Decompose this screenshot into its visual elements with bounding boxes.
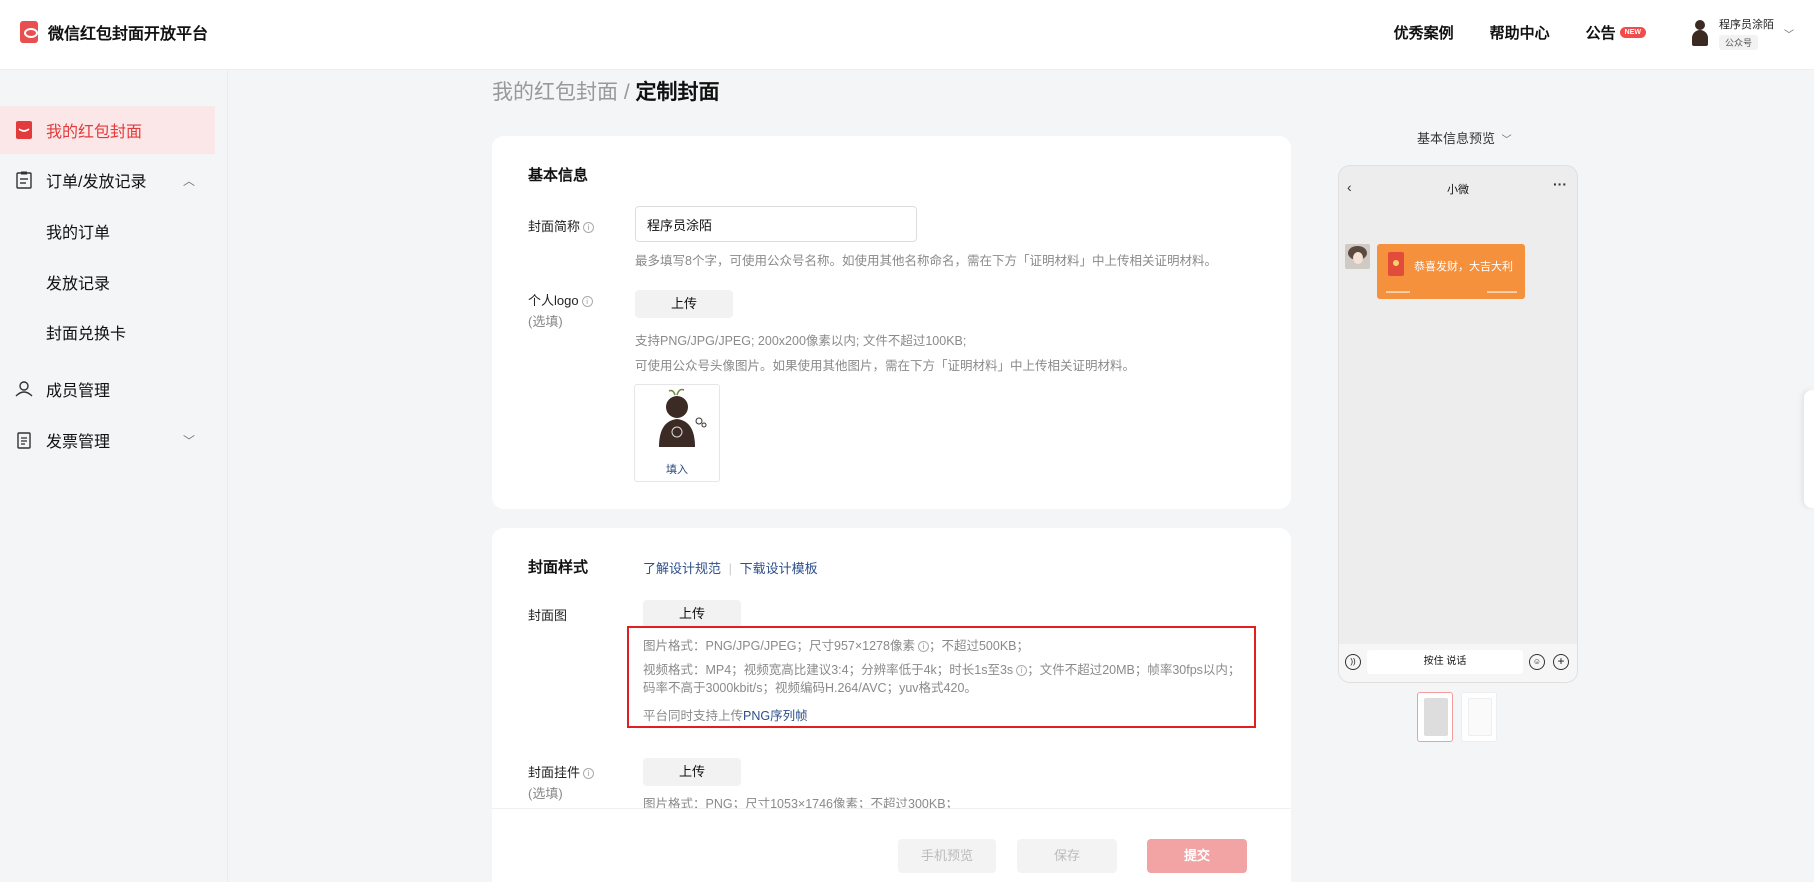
cover-hint-image: 图片格式：PNG/JPG/JPEG；尺寸957×1278像素 i ；不超过500KB…	[643, 639, 1029, 653]
nav-announcements-label: 公告	[1585, 25, 1616, 42]
red-packet-icon	[1388, 252, 1404, 276]
sidebar: 我的红包封面 订单/发放记录 ︿ 我的订单 发放记录 封面兑换卡 成员管理 发票…	[0, 70, 228, 882]
basic-info-card: 基本信息 封面简称i 最多填写8个字，可使用公众号名称。如使用其他名称命名，需在…	[492, 136, 1291, 509]
cover-name-hint: 最多填写8个字，可使用公众号名称。如使用其他名称命名，需在下方「证明材料」中上传…	[635, 254, 1217, 268]
user-role-badge: 公众号	[1719, 35, 1759, 50]
logo-label: 个人logo i (选填)	[528, 290, 593, 330]
voice-icon: ))	[1345, 654, 1361, 670]
new-badge: NEW	[1619, 27, 1646, 38]
sidebar-item-my-covers[interactable]: 我的红包封面	[0, 106, 215, 154]
info-icon[interactable]: i	[917, 641, 929, 653]
sidebar-item-label: 发放记录	[46, 276, 111, 293]
cover-name-label: 封面简称 i	[528, 216, 595, 235]
sidebar-item-distribution-records[interactable]: 发放记录	[0, 258, 215, 306]
invoice-icon	[14, 430, 34, 450]
basic-info-title: 基本信息	[528, 167, 589, 184]
phone-preview-button[interactable]: 手机预览	[898, 839, 996, 873]
sidebar-item-label: 封面兑换卡	[46, 326, 127, 343]
chat-input-bar: )) 按住 说话 ☺ +	[1339, 644, 1577, 682]
pendant-label: 封面挂件 i (选填)	[528, 762, 595, 802]
logo-preview[interactable]: 填入	[634, 384, 720, 482]
breadcrumb-parent[interactable]: 我的红包封面	[492, 81, 618, 104]
chevron-down-icon: ﹀	[1784, 29, 1794, 41]
preview-thumbnail-cover[interactable]	[1461, 692, 1497, 742]
sidebar-item-label: 发票管理	[46, 434, 111, 451]
side-float-tab[interactable]	[1804, 390, 1814, 508]
brand[interactable]: 微信红包封面开放平台	[20, 20, 208, 44]
info-icon[interactable]: i	[581, 296, 593, 308]
phone-preview: ‹ 小微 ··· 恭喜发财，大吉大利 ▬▬▬▬ ▬▬▬▬▬ )) 按住 说话 ☺…	[1338, 165, 1578, 683]
breadcrumb-separator: /	[618, 81, 636, 104]
logo-upload-button[interactable]: 上传	[635, 290, 733, 318]
save-button[interactable]: 保存	[1017, 839, 1117, 873]
sidebar-item-label: 我的订单	[46, 225, 111, 242]
cover-hint-video: 视频格式：MP4；视频宽高比建议3:4；分辨率低于4k；时长1s至3s i ；文件不…	[643, 663, 1241, 695]
sidebar-item-invoices[interactable]: 发票管理 ﹀	[0, 416, 215, 464]
pendant-upload-button[interactable]: 上传	[643, 758, 741, 786]
page-title: 定制封面	[635, 81, 720, 104]
info-icon[interactable]: i	[1016, 665, 1028, 677]
logo-optional: (选填)	[528, 314, 563, 329]
breadcrumb: 我的红包封面 / 定制封面	[492, 76, 720, 106]
preview-dropdown[interactable]: 基本信息预览 ﹀	[1417, 128, 1512, 147]
avatar	[1689, 18, 1711, 48]
action-bar: 手机预览 保存 提交	[492, 808, 1291, 882]
chat-avatar	[1345, 244, 1370, 269]
chevron-down-icon: ﹀	[1501, 135, 1512, 146]
preview-title: 基本信息预览	[1417, 131, 1496, 146]
nav-announcements[interactable]: 公告 NEW	[1586, 22, 1646, 43]
user-name: 程序员涂陌	[1719, 19, 1774, 31]
red-packet-message: 恭喜发财，大吉大利 ▬▬▬▬ ▬▬▬▬▬	[1377, 244, 1525, 299]
submit-button[interactable]: 提交	[1147, 839, 1247, 873]
sidebar-item-label: 成员管理	[46, 383, 111, 400]
plus-icon: +	[1553, 654, 1569, 670]
chat-title: 小微	[1447, 184, 1469, 196]
cover-style-title: 封面样式	[528, 559, 589, 576]
top-header: 微信红包封面开放平台 优秀案例 帮助中心 公告 NEW 程序员涂陌 公众号 ﹀	[0, 0, 1814, 70]
brand-logo-icon	[20, 21, 38, 43]
info-icon[interactable]: i	[583, 768, 595, 780]
chevron-up-icon: ︿	[182, 173, 195, 188]
more-icon: ···	[1553, 176, 1567, 192]
sidebar-item-exchange-card[interactable]: 封面兑换卡	[0, 308, 215, 356]
png-sequence-link[interactable]: PNG序列帧	[743, 709, 808, 723]
pendant-optional: (选填)	[528, 786, 563, 801]
member-icon	[14, 379, 34, 399]
red-packet-greeting: 恭喜发财，大吉大利	[1414, 261, 1513, 273]
logo-fill-link[interactable]: 填入	[635, 461, 719, 477]
user-menu[interactable]: 程序员涂陌 公众号 ﹀	[1689, 16, 1794, 50]
preview-thumbnail-chat[interactable]	[1417, 692, 1453, 742]
sidebar-item-orders[interactable]: 订单/发放记录 ︿	[0, 156, 215, 204]
logo-hint-format: 支持PNG/JPG/JPEG; 200x200像素以内; 文件不超过100KB;	[635, 334, 967, 348]
chevron-down-icon: ﹀	[182, 433, 195, 448]
logo-hint-source: 可使用公众号头像图片。如果使用其他图片，需在下方「证明材料」中上传相关证明材料。	[635, 359, 1136, 373]
nav-cases[interactable]: 优秀案例	[1394, 22, 1454, 43]
download-template-link[interactable]: 下载设计模板	[740, 561, 818, 576]
link-divider: |	[728, 561, 733, 576]
hold-to-talk: 按住 说话	[1367, 650, 1523, 674]
sidebar-item-my-orders[interactable]: 我的订单	[0, 207, 215, 255]
top-nav: 优秀案例 帮助中心 公告 NEW	[1394, 22, 1646, 43]
design-links: 了解设计规范 | 下载设计模板	[643, 558, 818, 577]
clipboard-icon	[14, 170, 34, 190]
design-spec-link[interactable]: 了解设计规范	[643, 561, 721, 576]
cover-upload-button[interactable]: 上传	[643, 600, 741, 628]
emoji-icon: ☺	[1529, 654, 1545, 670]
cover-hint-png: 平台同时支持上传PNG序列帧	[643, 709, 808, 723]
sidebar-item-label: 我的红包封面	[46, 124, 143, 141]
info-icon[interactable]: i	[583, 222, 595, 234]
sidebar-item-members[interactable]: 成员管理	[0, 365, 215, 413]
brand-name: 微信红包封面开放平台	[48, 26, 209, 43]
nav-help-center[interactable]: 帮助中心	[1490, 22, 1550, 43]
cover-image-label: 封面图	[528, 608, 568, 623]
chat-header: ‹ 小微 ···	[1339, 166, 1577, 210]
red-packet-footer: ▬▬▬▬	[1386, 289, 1410, 295]
red-packet-footer-right: ▬▬▬▬▬	[1487, 289, 1517, 295]
cover-name-input[interactable]	[635, 206, 917, 242]
sidebar-item-label: 订单/发放记录	[46, 174, 147, 191]
red-packet-icon	[14, 120, 34, 140]
avatar	[659, 388, 707, 447]
